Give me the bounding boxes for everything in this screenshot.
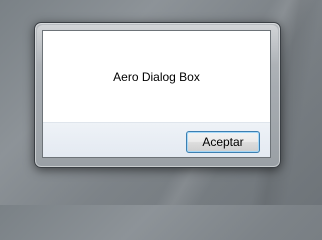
dialog-message: Aero Dialog Box: [113, 69, 200, 84]
accept-button[interactable]: Aceptar: [186, 131, 260, 153]
message-area: Aero Dialog Box: [43, 31, 270, 122]
dialog-client-area: Aero Dialog Box Aceptar: [42, 30, 271, 158]
dialog-window: Aero Dialog Box Aceptar: [34, 22, 281, 168]
button-bar: Aceptar: [43, 122, 270, 157]
